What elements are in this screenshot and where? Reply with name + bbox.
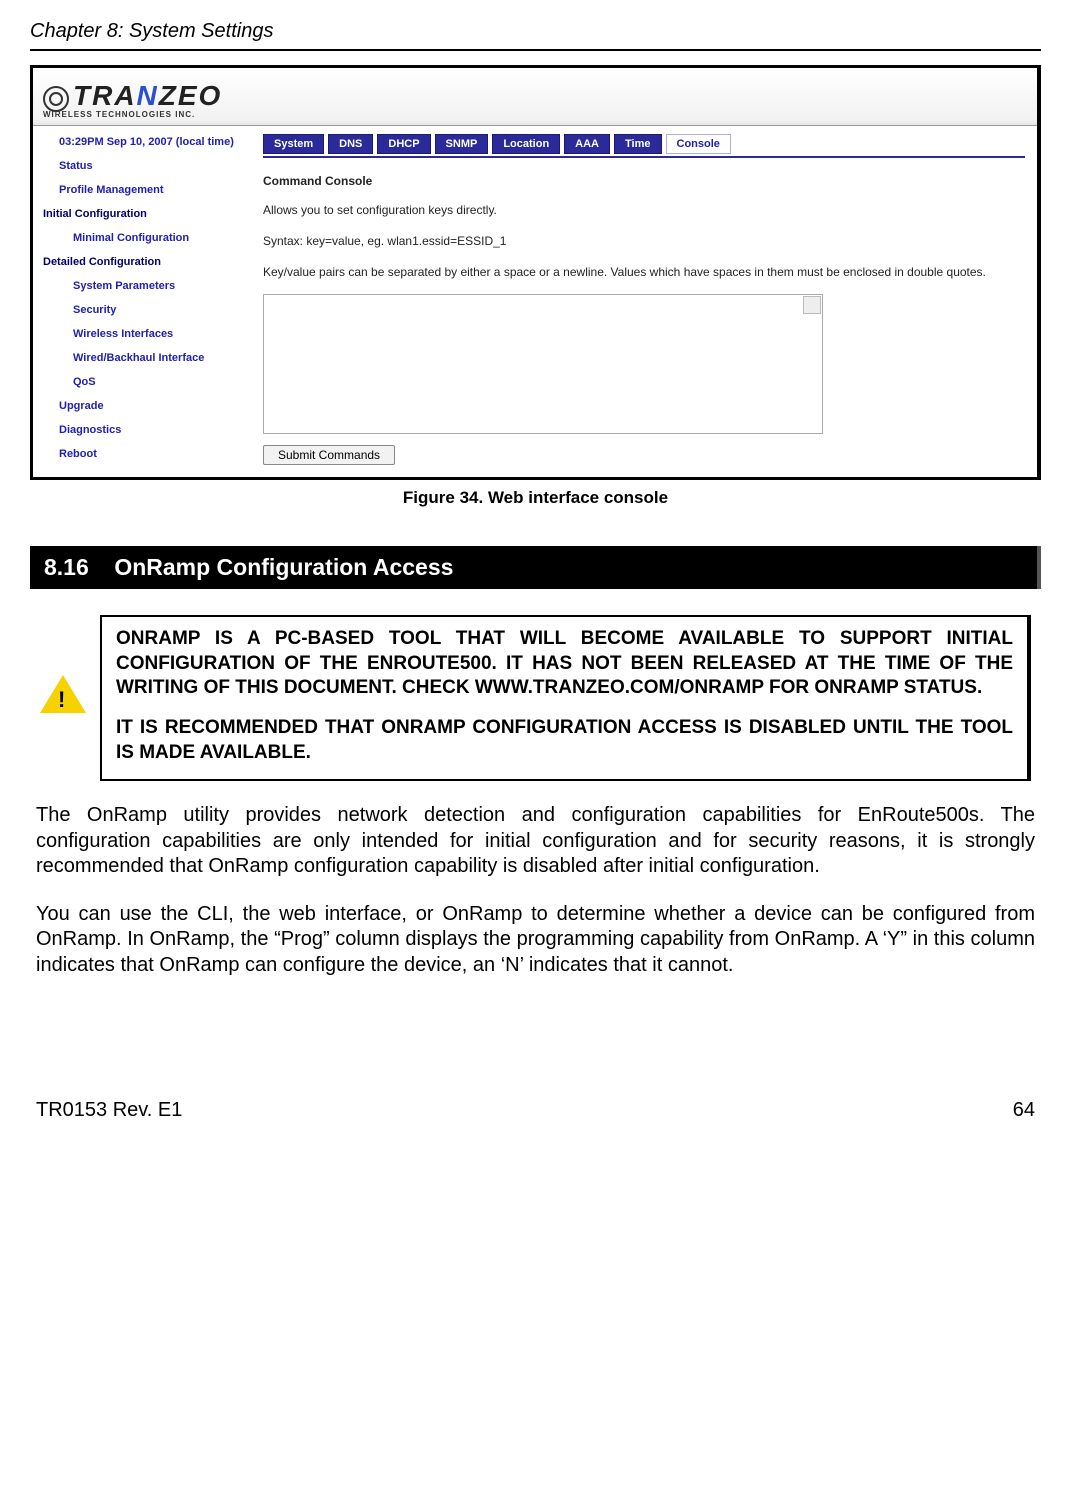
sidebar-item-11[interactable]: Upgrade — [33, 394, 251, 418]
note-paragraph-2: IT IS RECOMMENDED THAT ONRAMP CONFIGURAT… — [116, 716, 1013, 765]
sidebar-item-3[interactable]: Initial Configuration — [33, 202, 251, 226]
tab-row: SystemDNSDHCPSNMPLocationAAATimeConsole — [263, 134, 1025, 154]
tab-dns[interactable]: DNS — [328, 134, 373, 154]
main-area: SystemDNSDHCPSNMPLocationAAATimeConsole … — [251, 126, 1037, 477]
sidebar: 03:29PM Sep 10, 2007 (local time)StatusP… — [33, 126, 251, 477]
body-paragraph-1: The OnRamp utility provides network dete… — [36, 803, 1035, 880]
sidebar-item-4[interactable]: Minimal Configuration — [33, 226, 251, 250]
tab-dhcp[interactable]: DHCP — [377, 134, 430, 154]
tab-underline — [263, 156, 1025, 158]
note-paragraph-1: ONRAMP IS A PC-BASED TOOL THAT WILL BECO… — [116, 627, 1013, 700]
tab-aaa[interactable]: AAA — [564, 134, 610, 154]
sidebar-item-7[interactable]: Security — [33, 298, 251, 322]
tab-location[interactable]: Location — [492, 134, 560, 154]
page-footer: TR0153 Rev. E1 64 — [30, 1099, 1041, 1122]
figure-caption: Figure 34. Web interface console — [30, 488, 1041, 508]
console-title: Command Console — [263, 174, 1025, 188]
note-row: ONRAMP IS A PC-BASED TOOL THAT WILL BECO… — [40, 615, 1031, 781]
sidebar-item-0[interactable]: 03:29PM Sep 10, 2007 (local time) — [33, 130, 251, 154]
tab-snmp[interactable]: SNMP — [435, 134, 489, 154]
command-textarea[interactable] — [263, 294, 823, 434]
page-header: Chapter 8: System Settings — [30, 20, 1041, 51]
submit-commands-button[interactable]: Submit Commands — [263, 445, 395, 465]
sidebar-item-6[interactable]: System Parameters — [33, 274, 251, 298]
screenshot-frame: TRANZEO WIRELESS TECHNOLOGIES INC. 03:29… — [30, 65, 1041, 480]
section-title: OnRamp Configuration Access — [114, 554, 453, 580]
console-desc-1: Allows you to set configuration keys dir… — [263, 202, 1025, 219]
console-desc-2: Key/value pairs can be separated by eith… — [263, 264, 1025, 281]
logo-swirl-icon — [43, 86, 69, 112]
section-heading: 8.16 OnRamp Configuration Access — [30, 546, 1041, 589]
body-paragraph-2: You can use the CLI, the web interface, … — [36, 902, 1035, 979]
sidebar-item-13[interactable]: Reboot — [33, 442, 251, 466]
sidebar-item-5[interactable]: Detailed Configuration — [33, 250, 251, 274]
sidebar-item-9[interactable]: Wired/Backhaul Interface — [33, 346, 251, 370]
logo-bar: TRANZEO WIRELESS TECHNOLOGIES INC. — [33, 68, 1037, 126]
logo-text: TRANZEO — [73, 80, 222, 112]
note-box: ONRAMP IS A PC-BASED TOOL THAT WILL BECO… — [100, 615, 1031, 781]
logo-subtitle: WIRELESS TECHNOLOGIES INC. — [43, 110, 195, 119]
logo-post: ZEO — [159, 80, 223, 111]
footer-right: 64 — [1013, 1099, 1035, 1122]
logo-pre: TRA — [73, 80, 137, 111]
sidebar-item-10[interactable]: QoS — [33, 370, 251, 394]
section-number: 8.16 — [44, 554, 89, 580]
tab-console[interactable]: Console — [666, 134, 731, 154]
sidebar-item-8[interactable]: Wireless Interfaces — [33, 322, 251, 346]
tab-time[interactable]: Time — [614, 134, 661, 154]
tab-system[interactable]: System — [263, 134, 324, 154]
logo: TRANZEO WIRELESS TECHNOLOGIES INC. — [43, 80, 222, 119]
footer-left: TR0153 Rev. E1 — [36, 1099, 182, 1122]
app-body: 03:29PM Sep 10, 2007 (local time)StatusP… — [33, 126, 1037, 477]
console-syntax: Syntax: key=value, eg. wlan1.essid=ESSID… — [263, 233, 1025, 250]
sidebar-item-12[interactable]: Diagnostics — [33, 418, 251, 442]
warning-icon — [40, 675, 86, 715]
sidebar-item-2[interactable]: Profile Management — [33, 178, 251, 202]
sidebar-item-1[interactable]: Status — [33, 154, 251, 178]
logo-mid: N — [137, 80, 159, 111]
